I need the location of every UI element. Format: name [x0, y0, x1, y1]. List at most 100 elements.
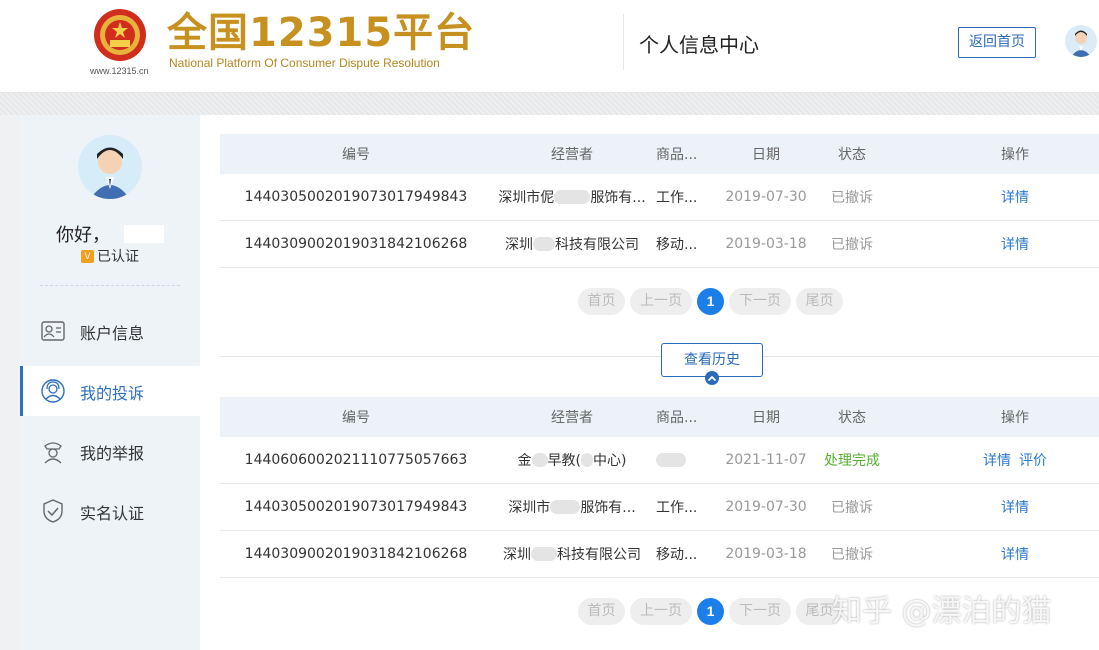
detail-link[interactable]: 详情 [1001, 544, 1029, 564]
header-divider [623, 14, 624, 70]
table-row: 1440309002019031842106268 深圳 科技有限公司 移动...… [220, 531, 1099, 578]
col-action: 操作 [1001, 147, 1029, 163]
status-text: 已撤诉 [831, 190, 873, 206]
verified-label: 已认证 [97, 249, 139, 265]
pager-next-button[interactable]: 下一页 [729, 288, 791, 315]
redacted-username [124, 225, 164, 243]
detail-link[interactable]: 详情 [1001, 497, 1029, 517]
table-row: 1440305002019073017949843 深圳市 服饰有... 工作..… [220, 484, 1099, 531]
pager-first-button[interactable]: 首页 [578, 288, 625, 315]
operator-name: 深圳市伲 服饰有... [498, 190, 646, 206]
redacted-text [531, 453, 548, 467]
chevron-up-icon[interactable] [705, 371, 719, 385]
redacted-text [550, 500, 581, 514]
col-date: 日期 [752, 410, 780, 426]
col-no: 编号 [342, 410, 370, 426]
col-operator: 经营者 [551, 147, 593, 163]
col-status: 状态 [838, 147, 866, 163]
table-row: 1440606002021110775057663 金早教(中心) 2021-1… [220, 437, 1099, 484]
status-text: 处理完成 [824, 453, 880, 469]
table-header: 编号 经营者 商品... 日期 状态 操作 [220, 397, 1099, 437]
status-text: 已撤诉 [831, 500, 873, 516]
col-status: 状态 [838, 410, 866, 426]
id-card-icon [40, 318, 66, 344]
pager-page-button[interactable]: 1 [697, 598, 724, 625]
sidebar-item-label: 我的举报 [80, 444, 145, 463]
detail-link[interactable]: 详情 [983, 450, 1011, 470]
redacted-text [656, 453, 686, 467]
national-emblem-icon [93, 8, 147, 62]
status-text: 已撤诉 [831, 237, 873, 253]
goods-name: 工作... [656, 500, 698, 516]
actions-cell: 详情 评价 [920, 437, 1099, 483]
pagination: 首页 上一页 1 下一页 尾页 [578, 598, 843, 625]
complaint-no: 1440606002021110775057663 [244, 452, 468, 468]
complaint-no: 1440309002019031842106268 [244, 236, 468, 252]
table-header: 编号 经营者 商品... 日期 状态 操作 [220, 134, 1099, 174]
redacted-text [554, 190, 591, 204]
operator-name: 深圳 科技有限公司 [505, 237, 639, 253]
verified-status: V 已认证 [81, 246, 139, 266]
redacted-text [531, 547, 557, 561]
complaint-date: 2021-11-07 [725, 452, 807, 468]
site-header: www.12315.cn 全国12315平台 National Platform… [0, 0, 1099, 93]
history-divider [220, 356, 1099, 357]
sidebar-item-reports[interactable]: 我的举报 [20, 426, 200, 476]
profile-avatar [78, 135, 142, 199]
col-date: 日期 [752, 147, 780, 163]
col-no: 编号 [342, 147, 370, 163]
pager-prev-button[interactable]: 上一页 [630, 288, 692, 315]
page-background-pattern [0, 93, 1099, 115]
col-action: 操作 [1001, 410, 1029, 426]
main-panel: 编号 经营者 商品... 日期 状态 操作 144030500201907301… [200, 115, 1099, 650]
complaint-date: 2019-03-18 [725, 546, 807, 562]
actions-cell: 详情 [920, 221, 1099, 267]
pager-last-button[interactable]: 尾页 [796, 288, 843, 315]
actions-cell: 详情 [920, 174, 1099, 220]
complaint-date: 2019-03-18 [725, 236, 807, 252]
redacted-text [533, 237, 555, 251]
greeting-text: 你好， [56, 225, 110, 246]
brand-subtitle: National Platform Of Consumer Dispute Re… [169, 56, 440, 70]
goods-name: 移动... [656, 547, 698, 563]
back-home-button[interactable]: 返回首页 [958, 27, 1036, 58]
sidebar-item-label: 我的投诉 [80, 384, 145, 403]
sidebar-item-realname[interactable]: 实名认证 [20, 486, 200, 536]
redacted-text [581, 453, 593, 467]
complaint-no: 1440305002019073017949843 [244, 189, 468, 205]
goods-name: 工作... [656, 190, 698, 206]
user-avatar[interactable] [1065, 25, 1097, 57]
page-title: 个人信息中心 [639, 33, 759, 57]
sidebar: 你好， V 已认证 账户信息 我的投诉 我的举报 实名认证 [20, 115, 200, 650]
pager-page-button[interactable]: 1 [697, 288, 724, 315]
col-operator: 经营者 [551, 410, 593, 426]
rate-link[interactable]: 评价 [1019, 450, 1047, 470]
sidebar-item-label: 账户信息 [80, 324, 145, 343]
pagination: 首页 上一页 1 下一页 尾页 [578, 288, 843, 315]
detail-link[interactable]: 详情 [1001, 234, 1029, 254]
sidebar-divider [40, 285, 180, 286]
brand-title[interactable]: 全国12315平台 [167, 8, 475, 58]
complaint-no: 1440309002019031842106268 [244, 546, 468, 562]
goods-name [656, 437, 712, 483]
pager-first-button[interactable]: 首页 [578, 598, 625, 625]
complaint-date: 2019-07-30 [725, 499, 807, 515]
sidebar-item-account[interactable]: 账户信息 [20, 306, 200, 356]
table-row: 1440309002019031842106268 深圳 科技有限公司 移动...… [220, 221, 1099, 268]
detail-link[interactable]: 详情 [1001, 187, 1029, 207]
agent-icon [40, 378, 66, 404]
status-text: 已撤诉 [831, 547, 873, 563]
officer-icon [40, 438, 66, 464]
actions-cell: 详情 [920, 531, 1099, 577]
table-row: 1440305002019073017949843 深圳市伲 服饰有... 工作.… [220, 174, 1099, 221]
complaints-table: 编号 经营者 商品... 日期 状态 操作 144030500201907301… [220, 134, 1099, 268]
sidebar-item-complaints[interactable]: 我的投诉 [20, 366, 200, 416]
shield-check-icon [40, 498, 66, 524]
operator-name: 深圳市 服饰有... [508, 500, 636, 516]
complaint-no: 1440305002019073017949843 [244, 499, 468, 515]
site-url: www.12315.cn [90, 66, 149, 76]
pager-next-button[interactable]: 下一页 [729, 598, 791, 625]
col-goods: 商品... [656, 410, 698, 426]
pager-prev-button[interactable]: 上一页 [630, 598, 692, 625]
goods-name: 移动... [656, 237, 698, 253]
